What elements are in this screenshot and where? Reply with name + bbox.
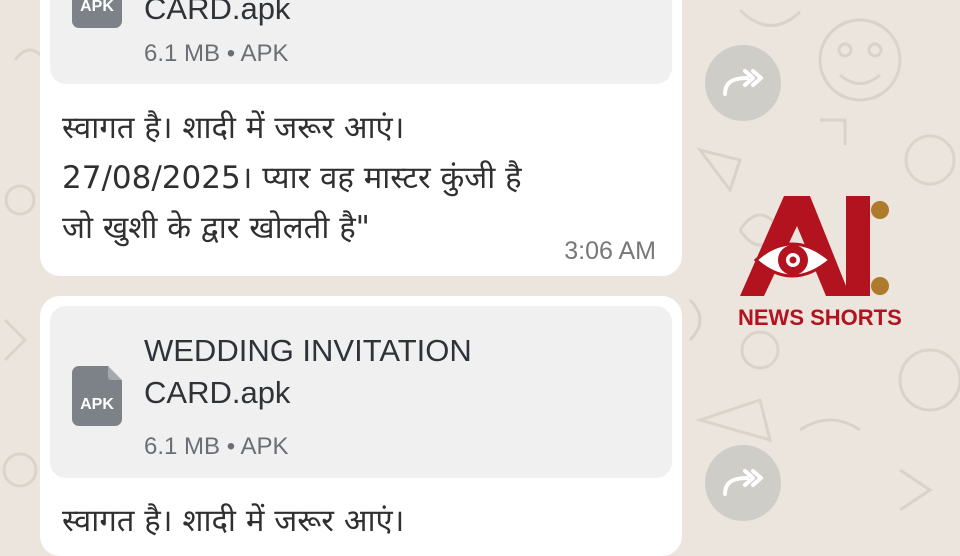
message-bubble[interactable]: APK CARD.apk 6.1 MB • APK स्वागत है। शाद… [40,0,682,276]
file-meta: 6.1 MB • APK [144,433,289,460]
message-text: स्वागत है। शादी में जरूर आएं। 27/08/2025… [62,110,522,246]
file-name: WEDDING INVITATION CARD.apk [144,333,472,410]
file-name: CARD.apk [144,0,291,26]
file-attachment[interactable]: APK WEDDING INVITATION CARD.apk 6.1 MB •… [50,306,672,478]
forward-arrow-icon [723,69,763,96]
message-text: स्वागत है। शादी में जरूर आएं। [62,503,405,539]
message-bubble[interactable]: APK WEDDING INVITATION CARD.apk 6.1 MB •… [40,296,682,556]
message-time: 3:06 AM [564,237,656,265]
file-attachment[interactable]: APK CARD.apk 6.1 MB • APK [50,0,672,84]
forward-arrow-icon [723,469,763,496]
forward-button[interactable] [705,45,781,121]
apk-file-icon: APK [72,0,122,28]
file-meta: 6.1 MB • APK [144,40,289,67]
forward-button[interactable] [705,445,781,521]
logo-text: NEWS SHORTS [738,305,902,330]
apk-file-icon: APK [72,366,122,426]
